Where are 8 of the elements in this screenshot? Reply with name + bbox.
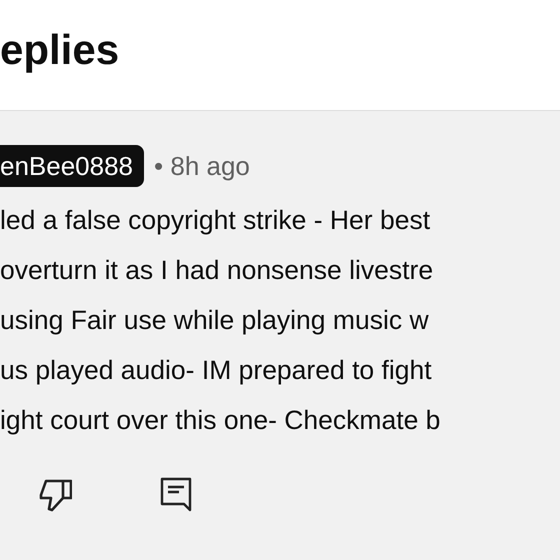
reply-button[interactable]	[160, 477, 192, 513]
thumbs-down-icon	[38, 478, 72, 512]
author-badge[interactable]: enBee0888	[0, 145, 144, 187]
comment-icon	[160, 477, 192, 513]
dislike-button[interactable]	[38, 478, 72, 512]
panel-title: eplies	[0, 25, 120, 75]
comment-time: • 8h ago	[154, 150, 250, 182]
comment-text: led a false copyright strike - Her best overturn it as I had nonsense livestre using Fair use while playing music w us played audio- IM prepared to fight ight court over this one- Checkmate b	[0, 204, 440, 437]
